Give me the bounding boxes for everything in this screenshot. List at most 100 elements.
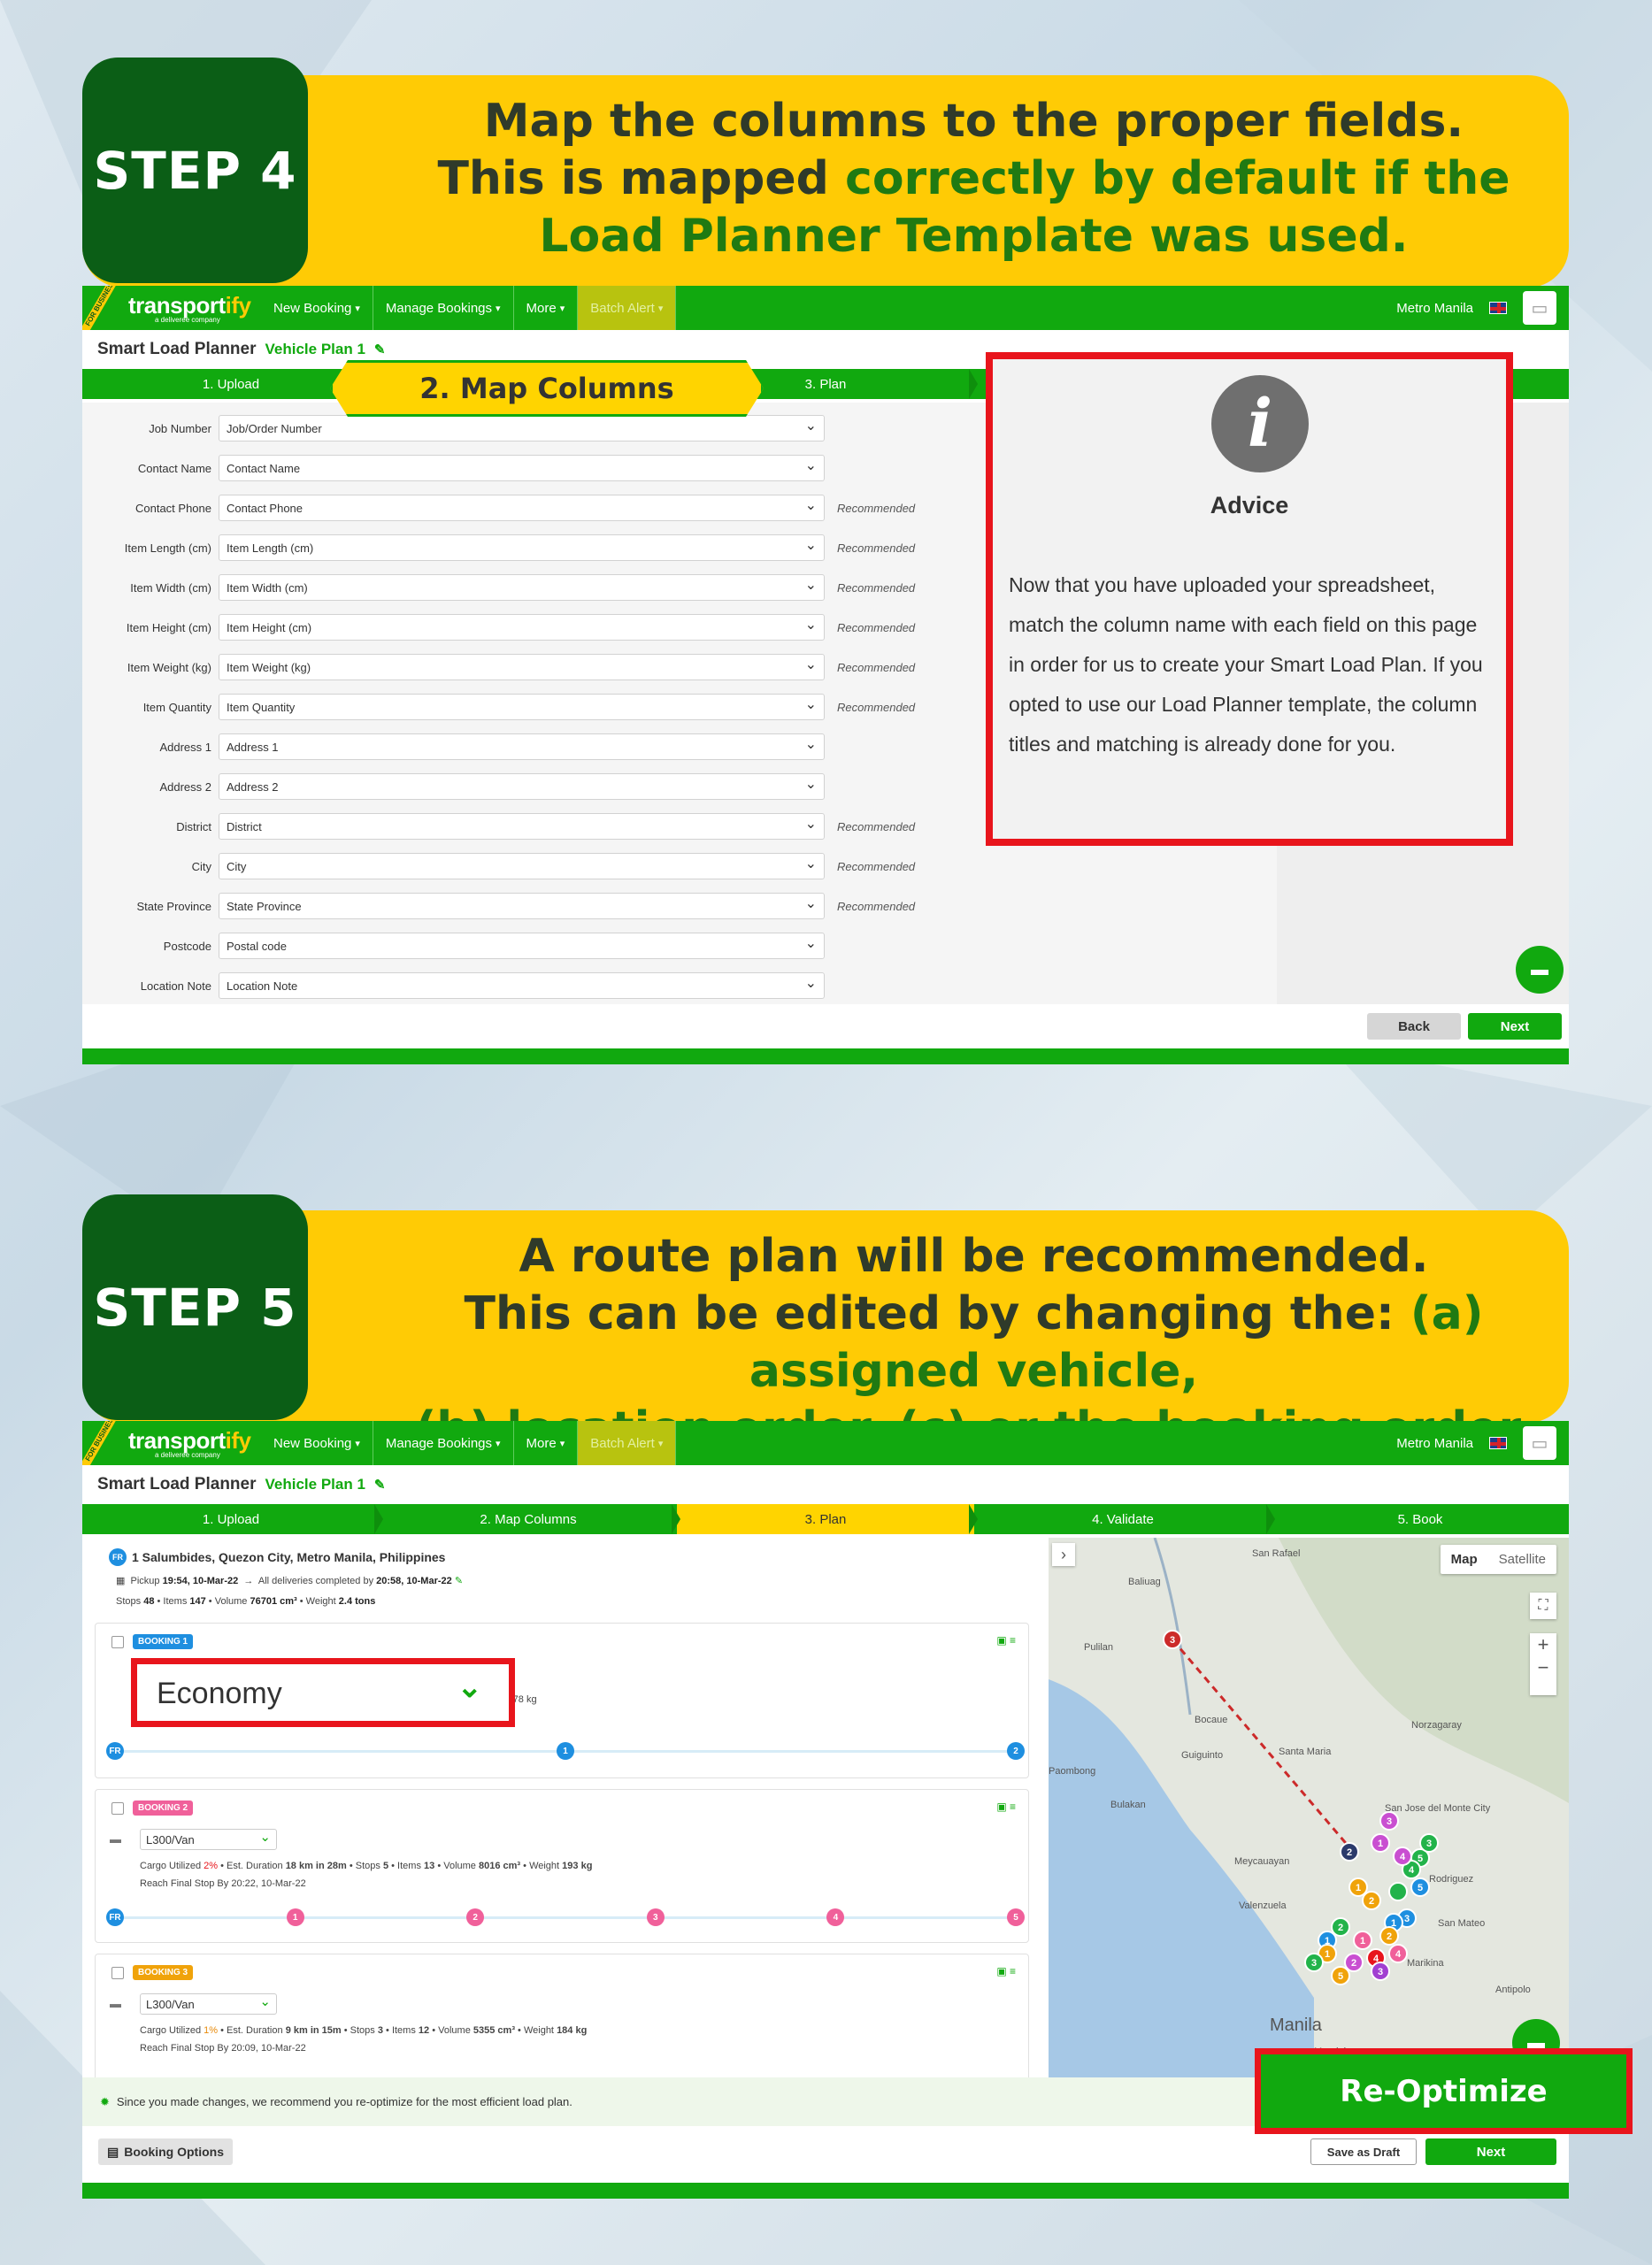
step5-badge: STEP 5 [82, 1194, 308, 1420]
step-map-columns[interactable]: 2. Map Columns [374, 1504, 677, 1534]
top-navbar: FOR BUSINESS transportify a deliveree com… [82, 1421, 1569, 1465]
booking-checkbox[interactable] [111, 1802, 124, 1815]
column-select[interactable]: Item Height (cm) [219, 614, 825, 641]
booking-checkbox[interactable] [111, 1636, 124, 1648]
stop-dot[interactable]: 2 [466, 1908, 485, 1926]
map-pin-label: 2 [1387, 1931, 1392, 1942]
column-select[interactable]: Item Width (cm) [219, 574, 825, 601]
back-button[interactable]: Back [1367, 1013, 1461, 1040]
booking-card-2[interactable]: BOOKING 2 ▣ ≡ ▬ L300/Van Cargo Utilized … [95, 1789, 1029, 1943]
menu-icon: ▤ [107, 2144, 119, 2159]
nav-batch-alert[interactable]: Batch Alert [578, 286, 677, 330]
vehicle-select[interactable]: L300/Van [140, 1829, 277, 1850]
booking-checkbox[interactable] [111, 1967, 124, 1979]
map-pin-label: 3 [1387, 1816, 1392, 1827]
briefcase-icon[interactable]: ▭ [1523, 1426, 1556, 1460]
recommended-hint: Recommended [837, 580, 916, 595]
page-title: Smart Load Planner [97, 340, 257, 358]
booking-actions-icon[interactable]: ▣ ≡ [996, 1965, 1016, 1977]
field-label: Address 1 [159, 740, 211, 754]
nav-manage-bookings[interactable]: Manage Bookings [373, 286, 514, 330]
map-stop-pin[interactable] [1388, 1882, 1408, 1901]
plan-name[interactable]: Vehicle Plan 1 [265, 341, 365, 358]
stop-dot[interactable]: 4 [826, 1908, 845, 1926]
origin-stop-dot[interactable]: FR [106, 1742, 124, 1760]
for-business-ribbon: FOR BUSINESS [82, 1421, 118, 1465]
collapse-arrow-icon[interactable]: › [1052, 1543, 1075, 1566]
stop-track: FR 1 2 [106, 1742, 1025, 1760]
vehicle-select-economy[interactable]: Economy ⌄ [131, 1658, 515, 1727]
column-select[interactable]: Item Length (cm) [219, 534, 825, 561]
origin-stop-dot[interactable]: FR [106, 1908, 124, 1926]
stop-dot[interactable]: 5 [1007, 1908, 1025, 1926]
zoom-in-button[interactable]: + [1530, 1633, 1556, 1656]
truck-icon: ▬ [110, 1832, 121, 1846]
booking-actions-icon[interactable]: ▣ ≡ [996, 1634, 1016, 1647]
nav-batch-alert[interactable]: Batch Alert [578, 1421, 677, 1465]
route-map[interactable]: 323154123122142135341543 San Rafael Baliu… [1049, 1538, 1569, 2077]
column-select[interactable]: Contact Name [219, 455, 825, 481]
origin-marker: FR [109, 1548, 127, 1566]
recommended-hint: Recommended [837, 501, 916, 515]
column-select[interactable]: Item Quantity [219, 694, 825, 720]
column-select[interactable]: City [219, 853, 825, 879]
step-upload[interactable]: 1. Upload [82, 1504, 380, 1534]
stop-dot[interactable]: 1 [557, 1742, 574, 1760]
edit-pencil-icon[interactable]: ✎ [455, 1576, 463, 1586]
recommended-hint: Recommended [837, 899, 916, 913]
column-select[interactable]: District [219, 813, 825, 840]
fullscreen-icon[interactable]: ⛶ [1530, 1593, 1556, 1619]
stop-dot[interactable]: 3 [646, 1908, 665, 1926]
column-select[interactable]: Contact Phone [219, 495, 825, 521]
booking-actions-icon[interactable]: ▣ ≡ [996, 1800, 1016, 1813]
step-plan[interactable]: 3. Plan [672, 1504, 974, 1534]
next-button[interactable]: Next [1425, 2138, 1556, 2165]
column-select[interactable]: State Province [219, 893, 825, 919]
language-flag-icon[interactable] [1489, 1437, 1507, 1449]
edit-pencil-icon[interactable]: ✎ [374, 342, 386, 357]
nav-manage-bookings[interactable]: Manage Bookings [373, 1421, 514, 1465]
top-navbar: FOR BUSINESS transportify a deliveree com… [82, 286, 1569, 330]
field-label: Contact Phone [134, 501, 211, 515]
region-selector[interactable]: Metro Manila [1396, 301, 1473, 316]
region-selector[interactable]: Metro Manila [1396, 1436, 1473, 1451]
column-select[interactable]: Job/Order Number [219, 415, 825, 441]
map-place-label: San Mateo [1438, 1918, 1486, 1929]
nav-more[interactable]: More [514, 1421, 579, 1465]
nav-new-booking[interactable]: New Booking [261, 286, 373, 330]
column-select[interactable]: Postal code [219, 933, 825, 959]
plan-name[interactable]: Vehicle Plan 1 [265, 1476, 365, 1493]
stop-dot[interactable]: 2 [1007, 1742, 1025, 1760]
nav-new-booking[interactable]: New Booking [261, 1421, 373, 1465]
reoptimize-button[interactable]: Re-Optimize [1255, 2048, 1633, 2134]
map-view-button[interactable]: Map [1441, 1545, 1488, 1574]
zoom-out-button[interactable]: − [1530, 1656, 1556, 1679]
nav-more[interactable]: More [514, 286, 579, 330]
step-book[interactable]: 5. Book [1266, 1504, 1569, 1534]
save-draft-button[interactable]: Save as Draft [1310, 2138, 1417, 2165]
column-select[interactable]: Item Weight (kg) [219, 654, 825, 680]
column-select[interactable]: Address 1 [219, 733, 825, 760]
satellite-view-button[interactable]: Satellite [1488, 1545, 1556, 1574]
booking-details: Cargo Utilized 1% • Est. Duration 9 km i… [140, 2025, 588, 2036]
briefcase-icon[interactable]: ▭ [1523, 291, 1556, 325]
map-place-label: Santa Maria [1279, 1747, 1332, 1757]
plan-footer: ▤ Booking Options Save as Draft Next [82, 2126, 1569, 2179]
transportify-logo[interactable]: transportify a deliveree company [128, 292, 261, 324]
column-select[interactable]: Location Note [219, 972, 825, 999]
chat-icon[interactable]: ▬ [1516, 946, 1564, 994]
map-type-toggle[interactable]: Map Satellite [1440, 1545, 1556, 1574]
booking-options-button[interactable]: ▤ Booking Options [98, 2138, 233, 2165]
language-flag-icon[interactable] [1489, 302, 1507, 314]
mapping-row: Item Height (cm) Item Height (cm) Recommen… [82, 614, 915, 641]
map-place-label: Norzagaray [1411, 1720, 1462, 1731]
map-pin-label: 3 [1311, 1958, 1317, 1969]
column-select[interactable]: Address 2 [219, 773, 825, 800]
stop-dot[interactable]: 1 [286, 1908, 304, 1926]
booking-card-3[interactable]: BOOKING 3 ▣ ≡ ▬ L300/Van Cargo Utilized … [95, 1954, 1029, 2077]
edit-pencil-icon[interactable]: ✎ [374, 1477, 386, 1493]
step-validate[interactable]: 4. Validate [969, 1504, 1272, 1534]
next-button[interactable]: Next [1468, 1013, 1562, 1040]
vehicle-select[interactable]: L300/Van [140, 1993, 277, 2015]
transportify-logo[interactable]: transportify a deliveree company [128, 1427, 261, 1459]
